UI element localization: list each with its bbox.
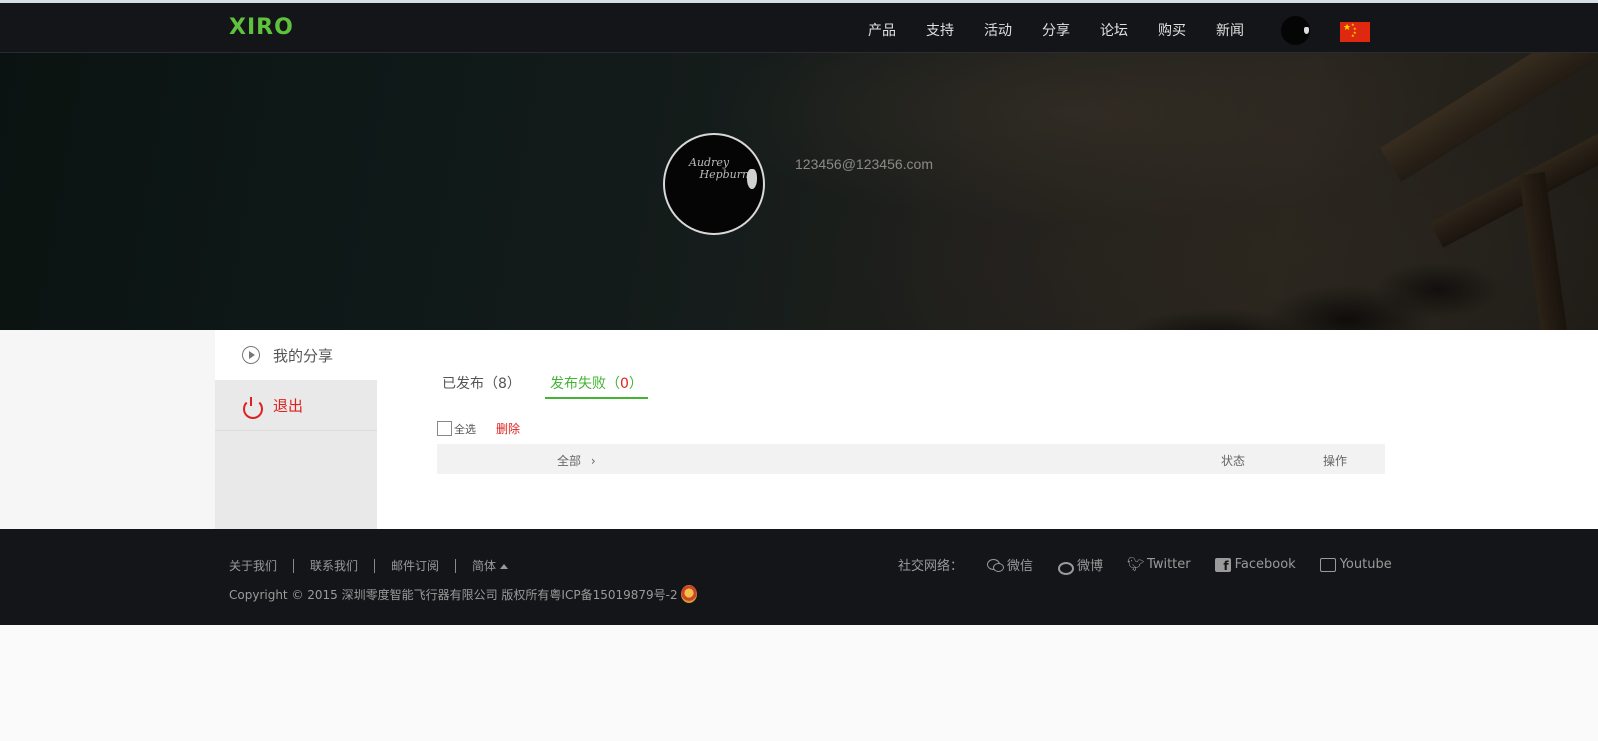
main-nav: 产品 支持 活动 分享 论坛 购买 新闻: [868, 20, 1274, 40]
caret-up-icon: [500, 564, 509, 569]
social-label: 社交网络：: [898, 559, 964, 574]
select-all-checkbox[interactable]: [437, 421, 452, 436]
language-select[interactable]: 简体: [472, 557, 509, 574]
column-status: 状态: [1221, 454, 1246, 468]
bulk-actions: 全选 删除: [437, 420, 520, 437]
column-all[interactable]: 全部 ›: [557, 452, 596, 469]
nav-item-products[interactable]: 产品: [868, 20, 926, 40]
tab-published[interactable]: 已发布（8）: [442, 373, 521, 393]
nav-item-events[interactable]: 活动: [984, 20, 1042, 40]
user-avatar[interactable]: [1281, 16, 1310, 45]
site-header: XIRO 产品 支持 活动 分享 论坛 购买 新闻 ★ ★ ★ ★ ★: [0, 3, 1598, 53]
social-weibo[interactable]: 微博: [1057, 555, 1103, 575]
site-footer: 关于我们 联系我们 邮件订阅 简体 Copyright © 2015 深圳零度智…: [0, 529, 1598, 625]
play-circle-icon: [242, 346, 260, 364]
social-twitter[interactable]: 🐦︎ Twitter: [1127, 557, 1191, 572]
profile-avatar[interactable]: Audrey Hepburn: [663, 133, 765, 235]
nav-item-forum[interactable]: 论坛: [1100, 20, 1158, 40]
police-badge-icon[interactable]: [680, 585, 697, 603]
xiro-logo[interactable]: XIRO: [229, 15, 294, 40]
select-all-label: 全选: [454, 422, 476, 436]
nav-item-buy[interactable]: 购买: [1158, 20, 1216, 40]
sidebar-item-logout[interactable]: 退出: [215, 381, 377, 431]
china-flag-icon[interactable]: ★ ★ ★ ★ ★: [1340, 22, 1370, 42]
nav-item-news[interactable]: 新闻: [1216, 20, 1274, 40]
social-links: 社交网络： 微信 微博 🐦︎ Twitter f Facebook Youtube: [898, 555, 1416, 575]
weibo-icon: [1057, 558, 1075, 575]
sidebar-item-my-shares[interactable]: 我的分享: [215, 330, 377, 380]
table-header: 全部 › 状态 操作: [437, 444, 1385, 474]
footer-links: 关于我们 联系我们 邮件订阅 简体: [229, 557, 509, 574]
social-youtube[interactable]: Youtube: [1319, 557, 1392, 572]
power-icon: [242, 396, 263, 419]
social-facebook[interactable]: f Facebook: [1214, 557, 1296, 573]
footer-link-subscribe[interactable]: 邮件订阅: [391, 557, 439, 574]
profile-email: 123456@123456.com: [795, 156, 933, 172]
failed-count: 0: [620, 376, 629, 392]
twitter-icon: 🐦︎: [1127, 556, 1145, 573]
copyright: Copyright © 2015 深圳零度智能飞行器有限公司 版权所有粤ICP备…: [229, 585, 697, 603]
sidebar: 我的分享 退出: [215, 330, 377, 529]
sidebar-item-label: 我的分享: [273, 346, 334, 365]
youtube-icon: [1319, 557, 1336, 572]
footer-link-about[interactable]: 关于我们: [229, 557, 277, 574]
nav-item-support[interactable]: 支持: [926, 20, 984, 40]
sidebar-item-label: 退出: [273, 397, 304, 415]
profile-banner: [0, 53, 1598, 330]
facebook-icon: f: [1214, 557, 1231, 573]
wechat-icon: [987, 558, 1005, 572]
chevron-right-icon: ›: [590, 454, 596, 468]
delete-button[interactable]: 删除: [496, 420, 520, 437]
nav-item-share[interactable]: 分享: [1042, 20, 1100, 40]
avatar-signature: Audrey Hepburn: [689, 156, 750, 181]
social-wechat[interactable]: 微信: [987, 555, 1033, 574]
footer-link-contact[interactable]: 联系我们: [310, 557, 358, 574]
tab-failed[interactable]: 发布失败（0）: [545, 373, 648, 399]
column-actions: 操作: [1323, 454, 1348, 468]
